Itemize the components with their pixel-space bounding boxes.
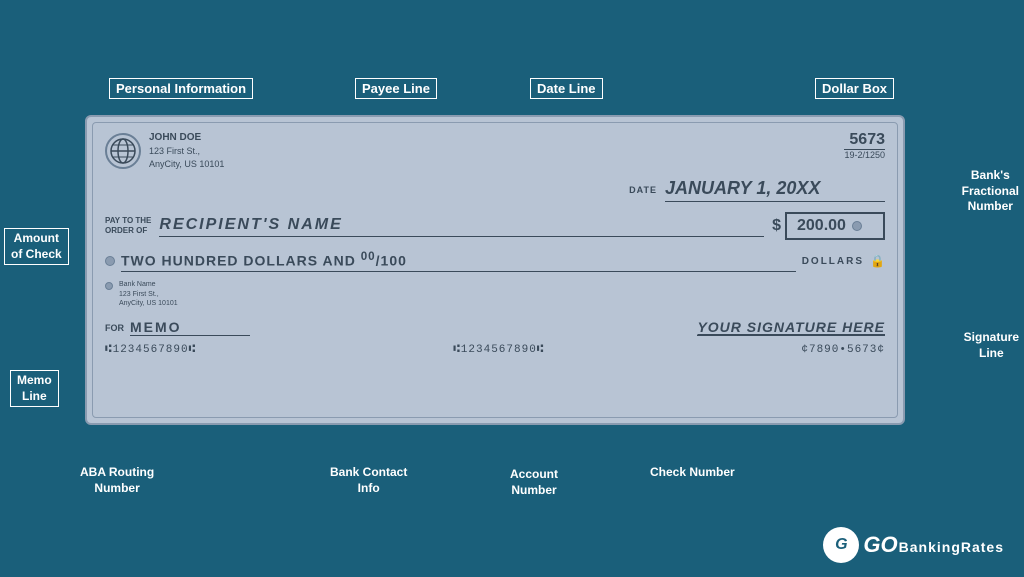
date-label: DATE [629, 185, 657, 195]
micr-check: ¢7890•5673¢ [801, 344, 885, 356]
pay-label: PAY TO THE ORDER OF [105, 216, 151, 237]
signature-line: YOUR SIGNATURE HERE [697, 319, 885, 336]
logo-text: GO BankingRates [863, 532, 1004, 558]
payee-line: RECIPIENT'S NAME [159, 216, 764, 237]
check-name: JOHN DOE [149, 131, 224, 145]
check-address2: AnyCity, US 10101 [149, 158, 224, 171]
memo-label: FOR [105, 323, 124, 333]
label-check-number: Check Number [650, 465, 735, 481]
personal-text: JOHN DOE 123 First St., AnyCity, US 1010… [149, 131, 224, 170]
dollars-label: DOLLARS [802, 256, 864, 267]
label-signature-line: SignatureLine [964, 330, 1019, 361]
label-amount-of-check: Amountof Check [4, 228, 69, 265]
logo-banking: BankingRates [899, 539, 1004, 555]
label-personal-information: Personal Information [109, 78, 253, 99]
bank-details: Bank Name 123 First St., AnyCity, US 101… [119, 280, 178, 309]
personal-info-area: JOHN DOE 123 First St., AnyCity, US 1010… [105, 131, 224, 170]
micr-account: ⑆1234567890⑆ [453, 344, 544, 356]
dollar-box: 200.00 [785, 212, 885, 240]
bank-addr2: AnyCity, US 10101 [119, 299, 178, 309]
written-amount-row: TWO HUNDRED DOLLARS AND 00/100 DOLLARS 🔒 [105, 250, 885, 272]
bank-addr1: 123 First St., [119, 290, 178, 300]
memo-section: FOR MEMO [105, 319, 250, 336]
memo-line: MEMO [130, 319, 250, 336]
check-top-row: JOHN DOE 123 First St., AnyCity, US 1010… [105, 131, 885, 170]
written-amount: TWO HUNDRED DOLLARS AND 00/100 [121, 250, 796, 272]
dollar-sign: $ [772, 217, 781, 235]
lock-icon: 🔒 [870, 254, 885, 268]
label-account-number: AccountNumber [510, 467, 558, 498]
check-address1: 123 First St., [149, 145, 224, 158]
logo-go: GO [863, 532, 897, 558]
circle-indicator [852, 221, 862, 231]
bank-info-row: Bank Name 123 First St., AnyCity, US 101… [105, 280, 885, 309]
fractional-number: 19-2/1250 [844, 149, 885, 160]
check-body: JOHN DOE 123 First St., AnyCity, US 1010… [85, 115, 905, 425]
globe-icon [105, 133, 141, 169]
check-number-value: 5673 [844, 131, 885, 149]
amount-value: 200.00 [797, 217, 846, 235]
micr-row: ⑆1234567890⑆ ⑆1234567890⑆ ¢7890•5673¢ [105, 344, 885, 356]
micr-routing: ⑆1234567890⑆ [105, 344, 196, 356]
logo: G GO BankingRates [823, 527, 1004, 563]
label-payee-line: Payee Line [355, 78, 437, 99]
dollar-box-wrapper: $ 200.00 [772, 212, 885, 240]
date-value: JANUARY 1, 20XX [665, 178, 885, 202]
circle-bank [105, 282, 113, 290]
label-aba-routing: ABA RoutingNumber [80, 465, 154, 496]
pay-row: PAY TO THE ORDER OF RECIPIENT'S NAME $ 2… [105, 212, 885, 240]
label-bank-contact: Bank ContactInfo [330, 465, 407, 496]
label-memo-line: MemoLine [10, 370, 59, 407]
bank-contact-info: Bank Name 123 First St., AnyCity, US 101… [105, 280, 178, 309]
circle-left [105, 256, 115, 266]
bank-name: Bank Name [119, 280, 178, 290]
date-row: DATE JANUARY 1, 20XX [105, 178, 885, 202]
label-date-line: Date Line [530, 78, 603, 99]
check-number-area: 5673 19-2/1250 [844, 131, 885, 160]
memo-sig-row: FOR MEMO YOUR SIGNATURE HERE [105, 319, 885, 336]
check-container: JOHN DOE 123 First St., AnyCity, US 1010… [85, 115, 905, 425]
label-banks-fractional: Bank'sFractionalNumber [962, 168, 1019, 215]
logo-circle: G [823, 527, 859, 563]
label-dollar-box: Dollar Box [815, 78, 894, 99]
